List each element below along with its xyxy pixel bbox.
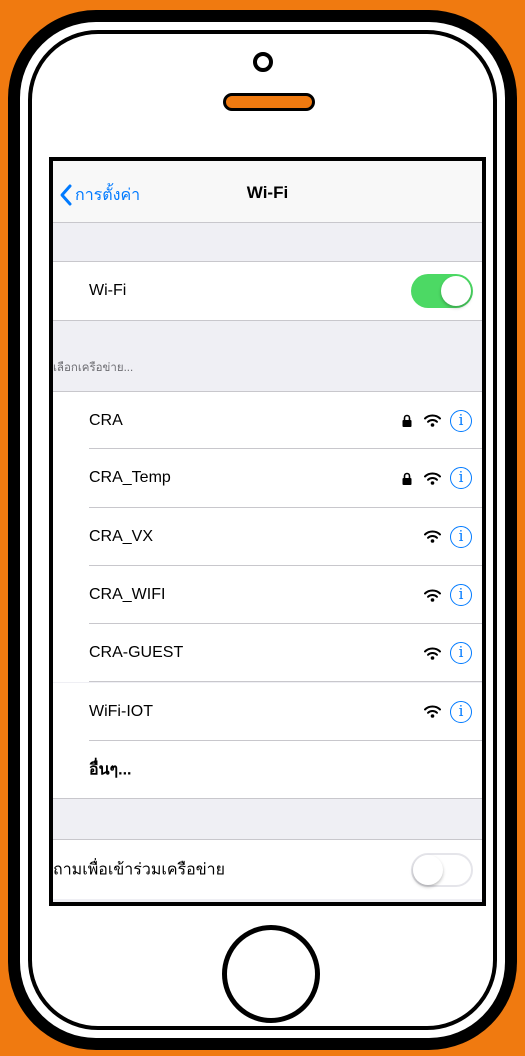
- wifi-icon: [424, 647, 441, 660]
- wifi-toggle-row: Wi-Fi: [53, 261, 482, 321]
- info-icon[interactable]: i: [450, 642, 472, 665]
- network-row[interactable]: CRA_VX i: [53, 507, 482, 566]
- other-network-label: อื่นๆ...: [89, 761, 132, 778]
- wifi-toggle-label: Wi-Fi: [89, 282, 127, 299]
- network-name: CRA-GUEST: [89, 644, 184, 662]
- lock-icon: [402, 472, 412, 485]
- wifi-icon: [424, 530, 441, 544]
- wifi-icon: [424, 472, 441, 485]
- info-icon[interactable]: i: [450, 467, 472, 490]
- wifi-toggle-switch[interactable]: [411, 274, 473, 308]
- phone-screen: การตั้งค่า Wi-Fi Wi-Fi เลือกเครือข่าย...…: [49, 157, 486, 906]
- info-icon[interactable]: i: [450, 525, 472, 548]
- info-icon[interactable]: i: [450, 409, 472, 432]
- networks-section-header: เลือกเครือข่าย...: [53, 362, 134, 374]
- network-row[interactable]: CRA_Temp i: [53, 449, 482, 508]
- ask-join-row: ถามเพื่อเข้าร่วมเครือข่าย: [53, 839, 482, 899]
- toggle-knob: [441, 276, 471, 306]
- wifi-icon: [424, 589, 441, 602]
- speaker-icon: [223, 93, 315, 111]
- camera-icon: [253, 52, 273, 72]
- home-button[interactable]: [222, 925, 320, 1023]
- wifi-icon: [424, 705, 441, 718]
- network-name: CRA_VX: [89, 527, 154, 545]
- ask-join-label: ถามเพื่อเข้าร่วมเครือข่าย: [53, 861, 226, 878]
- network-name: CRA: [89, 411, 123, 429]
- wifi-icon: [424, 414, 441, 427]
- network-status-icons: i: [424, 642, 472, 665]
- network-status-icons: i: [402, 467, 472, 490]
- network-name: CRA_WIFI: [89, 586, 166, 604]
- network-name: WiFi-IOT: [89, 702, 153, 720]
- toggle-knob: [413, 854, 443, 885]
- info-icon[interactable]: i: [450, 700, 472, 723]
- network-status-icons: i: [424, 584, 472, 607]
- network-status-icons: i: [402, 409, 472, 432]
- lock-icon: [402, 414, 412, 428]
- network-row[interactable]: CRA_WIFI i: [53, 565, 482, 625]
- network-name: CRA_Temp: [89, 469, 171, 487]
- navigation-bar: การตั้งค่า Wi-Fi: [53, 161, 482, 223]
- ask-join-toggle-switch[interactable]: [411, 852, 473, 887]
- network-row[interactable]: CRA i: [53, 391, 482, 450]
- network-row[interactable]: WiFi-IOT i: [53, 682, 482, 741]
- network-row[interactable]: CRA-GUEST i: [53, 624, 482, 683]
- info-icon[interactable]: i: [450, 584, 472, 607]
- page-title: Wi-Fi: [246, 183, 289, 202]
- network-status-icons: i: [424, 700, 472, 723]
- network-status-icons: i: [424, 525, 472, 548]
- other-network-row[interactable]: อื่นๆ...: [53, 741, 482, 799]
